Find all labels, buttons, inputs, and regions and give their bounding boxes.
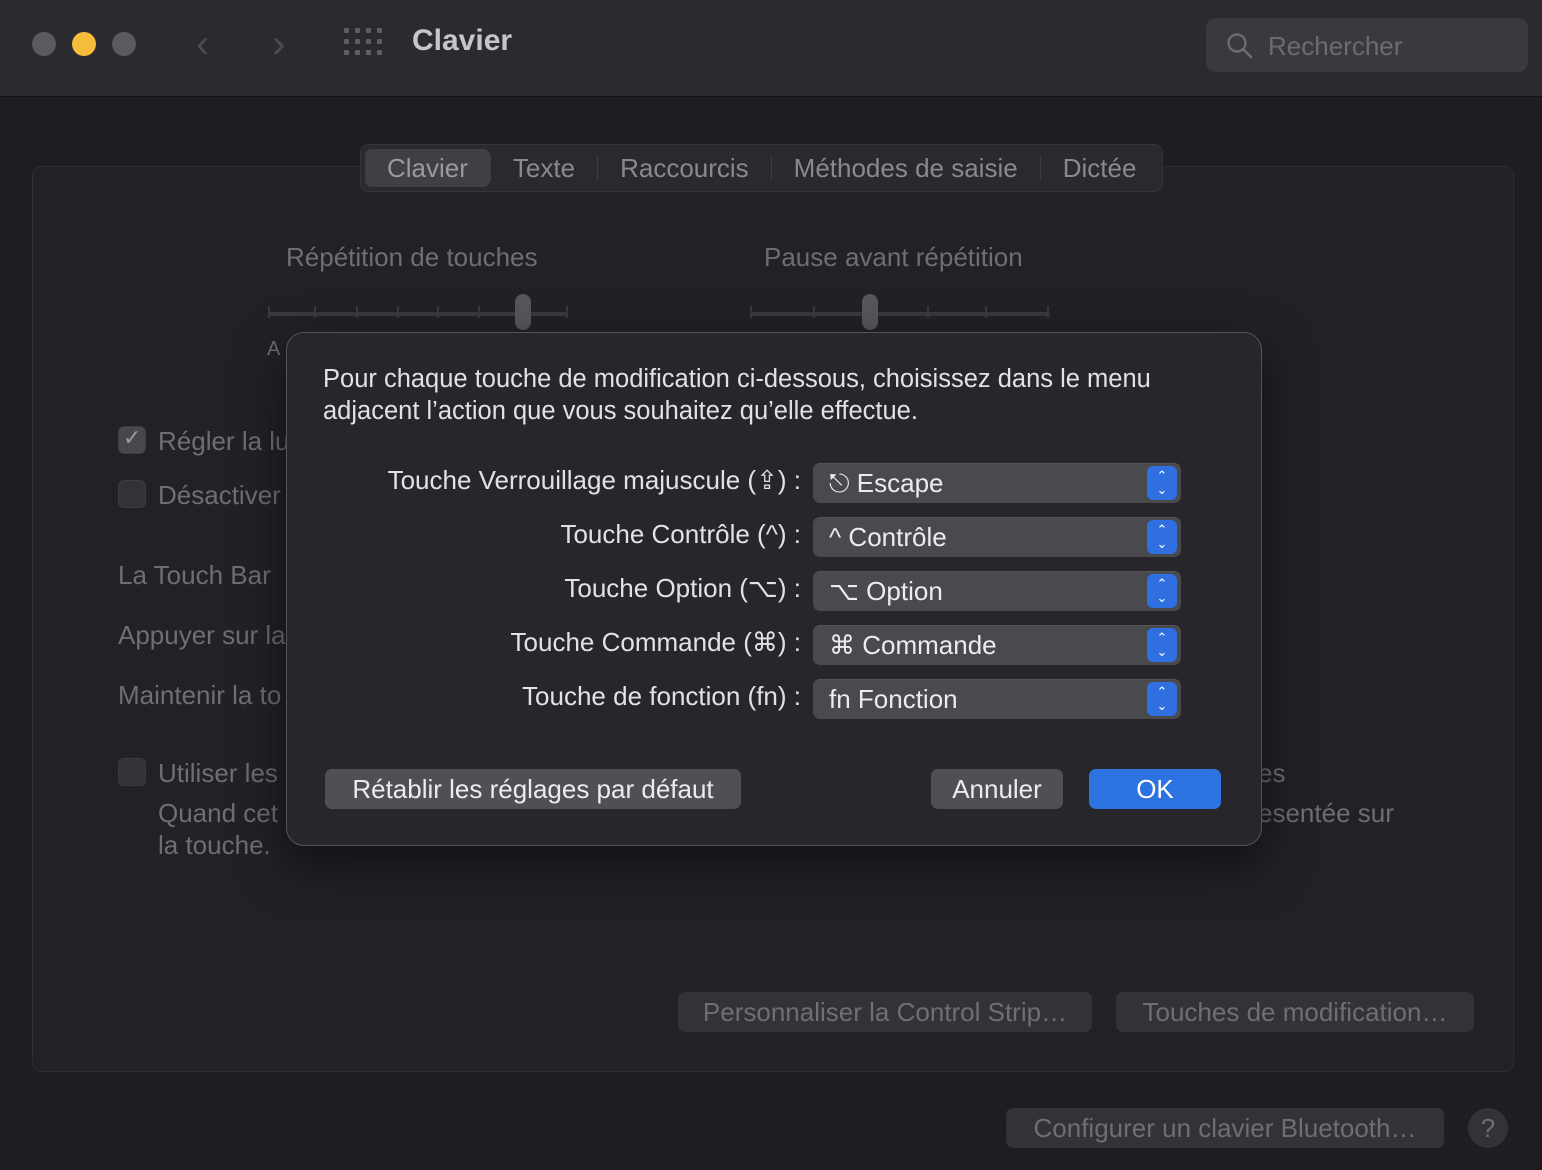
modifier-keys-button[interactable]: Touches de modification… [1116, 992, 1474, 1032]
modifier-keys-sheet: Pour chaque touche de modification ci-de… [286, 332, 1262, 846]
popup-value: ⌥ Option [829, 576, 943, 606]
slider-tick [750, 306, 752, 318]
cancel-button[interactable]: Annuler [931, 769, 1063, 809]
popup-stepper-icon: ⌃ ⌄ [1147, 574, 1177, 608]
popup-value: fn Fonction [829, 684, 958, 714]
slider-tick [437, 306, 439, 318]
delay-slider[interactable] [750, 312, 1050, 316]
control-key-label: Touche Contrôle (^) : [560, 519, 801, 549]
tab-clavier[interactable]: Clavier [365, 149, 490, 187]
customize-control-strip-button[interactable]: Personnaliser la Control Strip… [678, 992, 1092, 1032]
hold-key-label: Maintenir la to [118, 680, 282, 710]
description-fragment: esentée sur [1258, 798, 1394, 828]
key-repeat-label: Répétition de touches [286, 242, 538, 272]
press-key-label: Appuyer sur la [118, 620, 286, 650]
caps-lock-key-label: Touche Verrouillage majuscule (⇪) : [387, 465, 801, 495]
slider-tick [478, 306, 480, 318]
control-action-popup[interactable]: ^ Contrôle ⌃ ⌄ [813, 517, 1181, 557]
use-fkeys-checkbox[interactable] [118, 758, 146, 786]
use-fkeys-description-line: Quand cet [158, 798, 278, 828]
title-bar: ‹ › Clavier [0, 0, 1542, 97]
ok-button[interactable]: OK [1089, 769, 1221, 809]
minimize-window-button[interactable] [72, 32, 96, 56]
show-all-grid-icon[interactable] [344, 28, 382, 58]
key-repeat-slider-knob[interactable] [515, 294, 531, 330]
use-fkeys-description-line: la touche. [158, 830, 271, 860]
option-action-popup[interactable]: ⌥ Option ⌃ ⌄ [813, 571, 1181, 611]
caps-lock-action-popup[interactable]: ⎋ Escape ⌃ ⌄ [813, 463, 1181, 503]
slider-tick [813, 306, 815, 318]
delay-slider-knob[interactable] [862, 294, 878, 330]
help-button[interactable]: ? [1468, 1108, 1508, 1148]
disable-checkbox-label: Désactiver [158, 480, 281, 510]
chevron-right-icon[interactable]: › [272, 22, 285, 66]
close-window-button[interactable] [32, 32, 56, 56]
search-field[interactable] [1206, 18, 1528, 72]
slider-tick [397, 306, 399, 318]
search-input[interactable] [1266, 28, 1520, 64]
popup-value: ⌘ Commande [829, 630, 997, 660]
function-key-label: Touche de fonction (fn) : [522, 681, 801, 711]
slider-tick [566, 306, 568, 318]
tab-dictee[interactable]: Dictée [1041, 149, 1159, 187]
option-key-label: Touche Option (⌥) : [564, 573, 801, 603]
chevron-left-icon[interactable]: ‹ [196, 22, 209, 66]
popup-value: ⎋ Escape [829, 468, 944, 498]
popup-stepper-icon: ⌃ ⌄ [1147, 682, 1177, 716]
command-action-popup[interactable]: ⌘ Commande ⌃ ⌄ [813, 625, 1181, 665]
function-action-popup[interactable]: fn Fonction ⌃ ⌄ [813, 679, 1181, 719]
disable-checkbox[interactable] [118, 480, 146, 508]
window-title: Clavier [412, 24, 513, 57]
search-icon [1227, 33, 1253, 59]
slider-tick [268, 306, 270, 318]
slider-tick [356, 306, 358, 318]
setup-bluetooth-keyboard-button[interactable]: Configurer un clavier Bluetooth… [1006, 1108, 1444, 1148]
slider-tick [985, 306, 987, 318]
popup-stepper-icon: ⌃ ⌄ [1147, 628, 1177, 662]
popup-stepper-icon: ⌃ ⌄ [1147, 520, 1177, 554]
brightness-checkbox-label: Régler la lu [158, 426, 290, 456]
tab-methodes-de-saisie[interactable]: Méthodes de saisie [772, 149, 1040, 187]
use-fkeys-label: Utiliser les [158, 758, 278, 788]
popup-value: ^ Contrôle [829, 522, 947, 552]
touchbar-label: La Touch Bar [118, 560, 271, 590]
tab-texte[interactable]: Texte [491, 149, 597, 187]
delay-until-repeat-label: Pause avant répétition [764, 242, 1023, 272]
tab-bar: Clavier Texte Raccourcis Méthodes de sai… [360, 144, 1164, 192]
description-fragment: es [1258, 758, 1286, 788]
command-key-label: Touche Commande (⌘) : [510, 627, 801, 657]
restore-defaults-button[interactable]: Rétablir les réglages par défaut [325, 769, 741, 809]
slider-tick [1047, 306, 1049, 318]
brightness-checkbox[interactable] [118, 425, 146, 454]
tab-raccourcis[interactable]: Raccourcis [598, 149, 771, 187]
slider-min-label: A [267, 338, 281, 360]
zoom-window-button[interactable] [112, 32, 136, 56]
slider-tick [314, 306, 316, 318]
slider-tick [927, 306, 929, 318]
popup-stepper-icon: ⌃ ⌄ [1147, 466, 1177, 500]
sheet-instructions: Pour chaque touche de modification ci-de… [323, 365, 1151, 425]
